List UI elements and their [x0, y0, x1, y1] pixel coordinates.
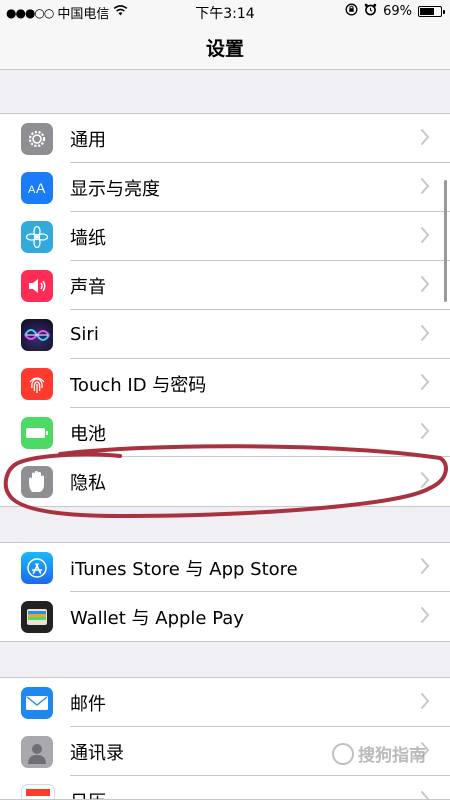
settings-group-stores: iTunes Store 与 App Store Wallet 与 Apple P…: [0, 542, 450, 642]
settings-row-label: 显示与亮度: [70, 178, 160, 200]
chevron-right-icon: [420, 471, 430, 489]
text-size-icon: AA: [21, 171, 53, 204]
settings-row[interactable]: A A 显示与亮度: [0, 163, 450, 212]
settings-row[interactable]: 电池: [0, 408, 450, 457]
settings-row[interactable]: 隐私: [0, 457, 450, 506]
chevron-right-icon: [420, 373, 430, 391]
settings-row-label: 通用: [70, 129, 106, 151]
settings-row[interactable]: 日历: [0, 776, 450, 800]
settings-row[interactable]: Wallet 与 Apple Pay: [0, 592, 450, 641]
wallet-icon: [21, 600, 53, 633]
contacts-icon: [21, 735, 53, 768]
chevron-right-icon: [420, 790, 430, 799]
settings-row[interactable]: Siri: [0, 310, 450, 359]
settings-row-label: 隐私: [70, 472, 106, 494]
gear-icon: [21, 122, 53, 155]
settings-row[interactable]: 邮件: [0, 678, 450, 727]
settings-row[interactable]: 通用: [0, 114, 450, 163]
battery-percentage: 69%: [383, 4, 412, 19]
chevron-right-icon: [420, 226, 430, 244]
settings-group-main: 通用 A A 显示与亮度墙纸声音 Siri Touch ID 与密码 电池隐私: [0, 113, 450, 507]
calendar-icon: [21, 783, 55, 799]
settings-row-label: 墙纸: [70, 227, 106, 249]
app-store-icon: [21, 551, 53, 584]
svg-text:A: A: [36, 180, 46, 196]
settings-group-apps: 邮件通讯录日历: [0, 677, 450, 800]
watermark-text: 搜狗指南: [358, 746, 426, 766]
settings-row[interactable]: Touch ID 与密码: [0, 359, 450, 408]
battery-icon: [21, 416, 53, 449]
battery-icon: [418, 6, 445, 17]
chevron-right-icon: [420, 177, 430, 195]
settings-row-label: 日历: [70, 788, 106, 800]
chevron-right-icon: [420, 557, 430, 575]
battery-fill: [420, 8, 434, 15]
settings-row[interactable]: 墙纸: [0, 212, 450, 261]
settings-row-label: 电池: [70, 423, 106, 445]
settings-row[interactable]: 声音: [0, 261, 450, 310]
status-right: 69%: [345, 3, 445, 20]
settings-row-label: Siri: [70, 324, 99, 345]
settings-row[interactable]: iTunes Store 与 App Store: [0, 543, 450, 592]
chevron-right-icon: [420, 324, 430, 342]
chevron-right-icon: [420, 275, 430, 293]
navigation-bar: 设置: [0, 24, 450, 70]
siri-icon: [21, 318, 53, 351]
page-title: 设置: [205, 38, 244, 60]
svg-text:A: A: [28, 184, 36, 196]
watermark: 搜狗指南: [332, 741, 426, 766]
settings-row-label: Touch ID 与密码: [70, 374, 207, 396]
fingerprint-icon: [21, 367, 53, 400]
watermark-logo-icon: [332, 742, 354, 765]
speaker-icon: [21, 269, 53, 302]
mail-icon: [21, 686, 53, 719]
chevron-right-icon: [420, 422, 430, 440]
chevron-right-icon: [420, 128, 430, 146]
flower-icon: [21, 220, 53, 253]
status-bar: ●●●○○ 中国电信 下午3:14 69%: [0, 0, 450, 24]
scrollbar[interactable]: [444, 180, 447, 302]
hand-icon: [21, 465, 53, 498]
chevron-right-icon: [420, 606, 430, 624]
settings-row-label: iTunes Store 与 App Store: [70, 558, 298, 580]
chevron-right-icon: [420, 692, 430, 710]
settings-row-label: Wallet 与 Apple Pay: [70, 607, 244, 629]
settings-row-label: 邮件: [70, 693, 106, 715]
alarm-icon: [364, 3, 377, 20]
orientation-lock-icon: [345, 3, 358, 20]
settings-row-label: 通讯录: [70, 742, 124, 764]
settings-row-label: 声音: [70, 276, 106, 298]
